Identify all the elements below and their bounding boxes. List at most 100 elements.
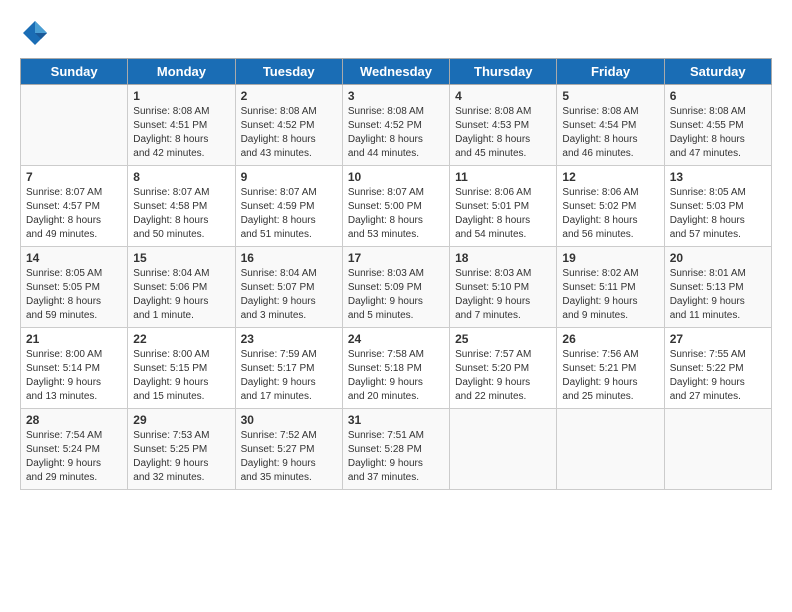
day-info: Sunrise: 8:00 AM Sunset: 5:14 PM Dayligh… <box>26 348 122 404</box>
calendar-cell: 17 Sunrise: 8:03 AM Sunset: 5:09 PM Dayli… <box>342 247 449 328</box>
day-number: 22 <box>133 332 229 346</box>
calendar-cell: 14 Sunrise: 8:05 AM Sunset: 5:05 PM Dayli… <box>21 247 128 328</box>
day-info: Sunrise: 8:00 AM Sunset: 5:15 PM Dayligh… <box>133 348 229 404</box>
day-number: 20 <box>670 251 766 265</box>
page: SundayMondayTuesdayWednesdayThursdayFrid… <box>0 0 792 612</box>
day-info: Sunrise: 8:05 AM Sunset: 5:05 PM Dayligh… <box>26 267 122 323</box>
day-info: Sunrise: 7:58 AM Sunset: 5:18 PM Dayligh… <box>348 348 444 404</box>
day-info: Sunrise: 8:08 AM Sunset: 4:54 PM Dayligh… <box>562 105 658 161</box>
calendar-cell: 15Sunrise: 8:04 AM Sunset: 5:06 PM Dayli… <box>128 247 235 328</box>
calendar-cell: 22 Sunrise: 8:00 AM Sunset: 5:15 PM Dayli… <box>128 328 235 409</box>
calendar-cell: 27 Sunrise: 7:55 AM Sunset: 5:22 PM Dayli… <box>664 328 771 409</box>
day-info: Sunrise: 8:04 AM Sunset: 5:06 PM Dayligh… <box>133 267 229 323</box>
day-info: Sunrise: 8:07 AM Sunset: 4:59 PM Dayligh… <box>241 186 337 242</box>
weekday-header-thursday: Thursday <box>450 59 557 85</box>
day-info: Sunrise: 8:04 AM Sunset: 5:07 PM Dayligh… <box>241 267 337 323</box>
day-number: 9 <box>241 170 337 184</box>
weekday-header-row: SundayMondayTuesdayWednesdayThursdayFrid… <box>21 59 772 85</box>
day-info: Sunrise: 8:08 AM Sunset: 4:53 PM Dayligh… <box>455 105 551 161</box>
weekday-header-saturday: Saturday <box>664 59 771 85</box>
day-number: 11 <box>455 170 551 184</box>
calendar-cell: 11 Sunrise: 8:06 AM Sunset: 5:01 PM Dayli… <box>450 166 557 247</box>
calendar-cell: 4 Sunrise: 8:08 AM Sunset: 4:53 PM Daylig… <box>450 85 557 166</box>
day-number: 29 <box>133 413 229 427</box>
calendar-table: SundayMondayTuesdayWednesdayThursdayFrid… <box>20 58 772 490</box>
day-number: 3 <box>348 89 444 103</box>
day-number: 31 <box>348 413 444 427</box>
day-number: 18 <box>455 251 551 265</box>
weekday-header-tuesday: Tuesday <box>235 59 342 85</box>
calendar-week-row: 14 Sunrise: 8:05 AM Sunset: 5:05 PM Dayli… <box>21 247 772 328</box>
weekday-header-friday: Friday <box>557 59 664 85</box>
day-number: 10 <box>348 170 444 184</box>
weekday-header-sunday: Sunday <box>21 59 128 85</box>
day-number: 17 <box>348 251 444 265</box>
calendar-cell <box>664 409 771 490</box>
day-info: Sunrise: 7:56 AM Sunset: 5:21 PM Dayligh… <box>562 348 658 404</box>
calendar-week-row: 28 Sunrise: 7:54 AM Sunset: 5:24 PM Dayli… <box>21 409 772 490</box>
calendar-cell: 6 Sunrise: 8:08 AM Sunset: 4:55 PM Daylig… <box>664 85 771 166</box>
day-info: Sunrise: 8:05 AM Sunset: 5:03 PM Dayligh… <box>670 186 766 242</box>
day-number: 1 <box>133 89 229 103</box>
calendar-cell: 16 Sunrise: 8:04 AM Sunset: 5:07 PM Dayli… <box>235 247 342 328</box>
day-number: 13 <box>670 170 766 184</box>
day-number: 4 <box>455 89 551 103</box>
calendar-cell: 20Sunrise: 8:01 AM Sunset: 5:13 PM Dayli… <box>664 247 771 328</box>
day-info: Sunrise: 8:03 AM Sunset: 5:10 PM Dayligh… <box>455 267 551 323</box>
day-info: Sunrise: 8:07 AM Sunset: 4:58 PM Dayligh… <box>133 186 229 242</box>
calendar-cell: 1 Sunrise: 8:08 AM Sunset: 4:51 PM Daylig… <box>128 85 235 166</box>
day-info: Sunrise: 7:51 AM Sunset: 5:28 PM Dayligh… <box>348 429 444 485</box>
day-number: 27 <box>670 332 766 346</box>
day-number: 26 <box>562 332 658 346</box>
calendar-week-row: 7 Sunrise: 8:07 AM Sunset: 4:57 PM Daylig… <box>21 166 772 247</box>
day-number: 2 <box>241 89 337 103</box>
calendar-cell: 29 Sunrise: 7:53 AM Sunset: 5:25 PM Dayli… <box>128 409 235 490</box>
calendar-cell: 3 Sunrise: 8:08 AM Sunset: 4:52 PM Daylig… <box>342 85 449 166</box>
day-number: 14 <box>26 251 122 265</box>
calendar-cell: 21 Sunrise: 8:00 AM Sunset: 5:14 PM Dayli… <box>21 328 128 409</box>
calendar-cell: 12 Sunrise: 8:06 AM Sunset: 5:02 PM Dayli… <box>557 166 664 247</box>
day-info: Sunrise: 8:08 AM Sunset: 4:51 PM Dayligh… <box>133 105 229 161</box>
calendar-cell: 18 Sunrise: 8:03 AM Sunset: 5:10 PM Dayli… <box>450 247 557 328</box>
day-number: 5 <box>562 89 658 103</box>
day-number: 6 <box>670 89 766 103</box>
day-number: 24 <box>348 332 444 346</box>
weekday-header-monday: Monday <box>128 59 235 85</box>
calendar-cell: 7 Sunrise: 8:07 AM Sunset: 4:57 PM Daylig… <box>21 166 128 247</box>
calendar-cell: 25 Sunrise: 7:57 AM Sunset: 5:20 PM Dayli… <box>450 328 557 409</box>
day-number: 25 <box>455 332 551 346</box>
logo <box>20 18 54 48</box>
weekday-header-wednesday: Wednesday <box>342 59 449 85</box>
day-info: Sunrise: 8:08 AM Sunset: 4:52 PM Dayligh… <box>348 105 444 161</box>
day-info: Sunrise: 8:07 AM Sunset: 4:57 PM Dayligh… <box>26 186 122 242</box>
day-number: 12 <box>562 170 658 184</box>
calendar-cell <box>450 409 557 490</box>
day-number: 16 <box>241 251 337 265</box>
day-info: Sunrise: 7:53 AM Sunset: 5:25 PM Dayligh… <box>133 429 229 485</box>
day-number: 19 <box>562 251 658 265</box>
day-info: Sunrise: 7:55 AM Sunset: 5:22 PM Dayligh… <box>670 348 766 404</box>
calendar-cell: 5 Sunrise: 8:08 AM Sunset: 4:54 PM Daylig… <box>557 85 664 166</box>
day-info: Sunrise: 8:07 AM Sunset: 5:00 PM Dayligh… <box>348 186 444 242</box>
calendar-cell: 31 Sunrise: 7:51 AM Sunset: 5:28 PM Dayli… <box>342 409 449 490</box>
logo-icon <box>20 18 50 48</box>
calendar-cell <box>21 85 128 166</box>
calendar-week-row: 21 Sunrise: 8:00 AM Sunset: 5:14 PM Dayli… <box>21 328 772 409</box>
calendar-cell <box>557 409 664 490</box>
calendar-cell: 30Sunrise: 7:52 AM Sunset: 5:27 PM Dayli… <box>235 409 342 490</box>
day-number: 28 <box>26 413 122 427</box>
day-number: 7 <box>26 170 122 184</box>
day-info: Sunrise: 8:08 AM Sunset: 4:55 PM Dayligh… <box>670 105 766 161</box>
day-info: Sunrise: 7:54 AM Sunset: 5:24 PM Dayligh… <box>26 429 122 485</box>
calendar-week-row: 1 Sunrise: 8:08 AM Sunset: 4:51 PM Daylig… <box>21 85 772 166</box>
day-info: Sunrise: 8:03 AM Sunset: 5:09 PM Dayligh… <box>348 267 444 323</box>
calendar-cell: 10 Sunrise: 8:07 AM Sunset: 5:00 PM Dayli… <box>342 166 449 247</box>
header <box>20 18 772 48</box>
day-number: 21 <box>26 332 122 346</box>
day-info: Sunrise: 7:59 AM Sunset: 5:17 PM Dayligh… <box>241 348 337 404</box>
day-info: Sunrise: 8:06 AM Sunset: 5:01 PM Dayligh… <box>455 186 551 242</box>
calendar-cell: 23Sunrise: 7:59 AM Sunset: 5:17 PM Dayli… <box>235 328 342 409</box>
calendar-cell: 19Sunrise: 8:02 AM Sunset: 5:11 PM Dayli… <box>557 247 664 328</box>
day-info: Sunrise: 8:06 AM Sunset: 5:02 PM Dayligh… <box>562 186 658 242</box>
day-info: Sunrise: 7:57 AM Sunset: 5:20 PM Dayligh… <box>455 348 551 404</box>
